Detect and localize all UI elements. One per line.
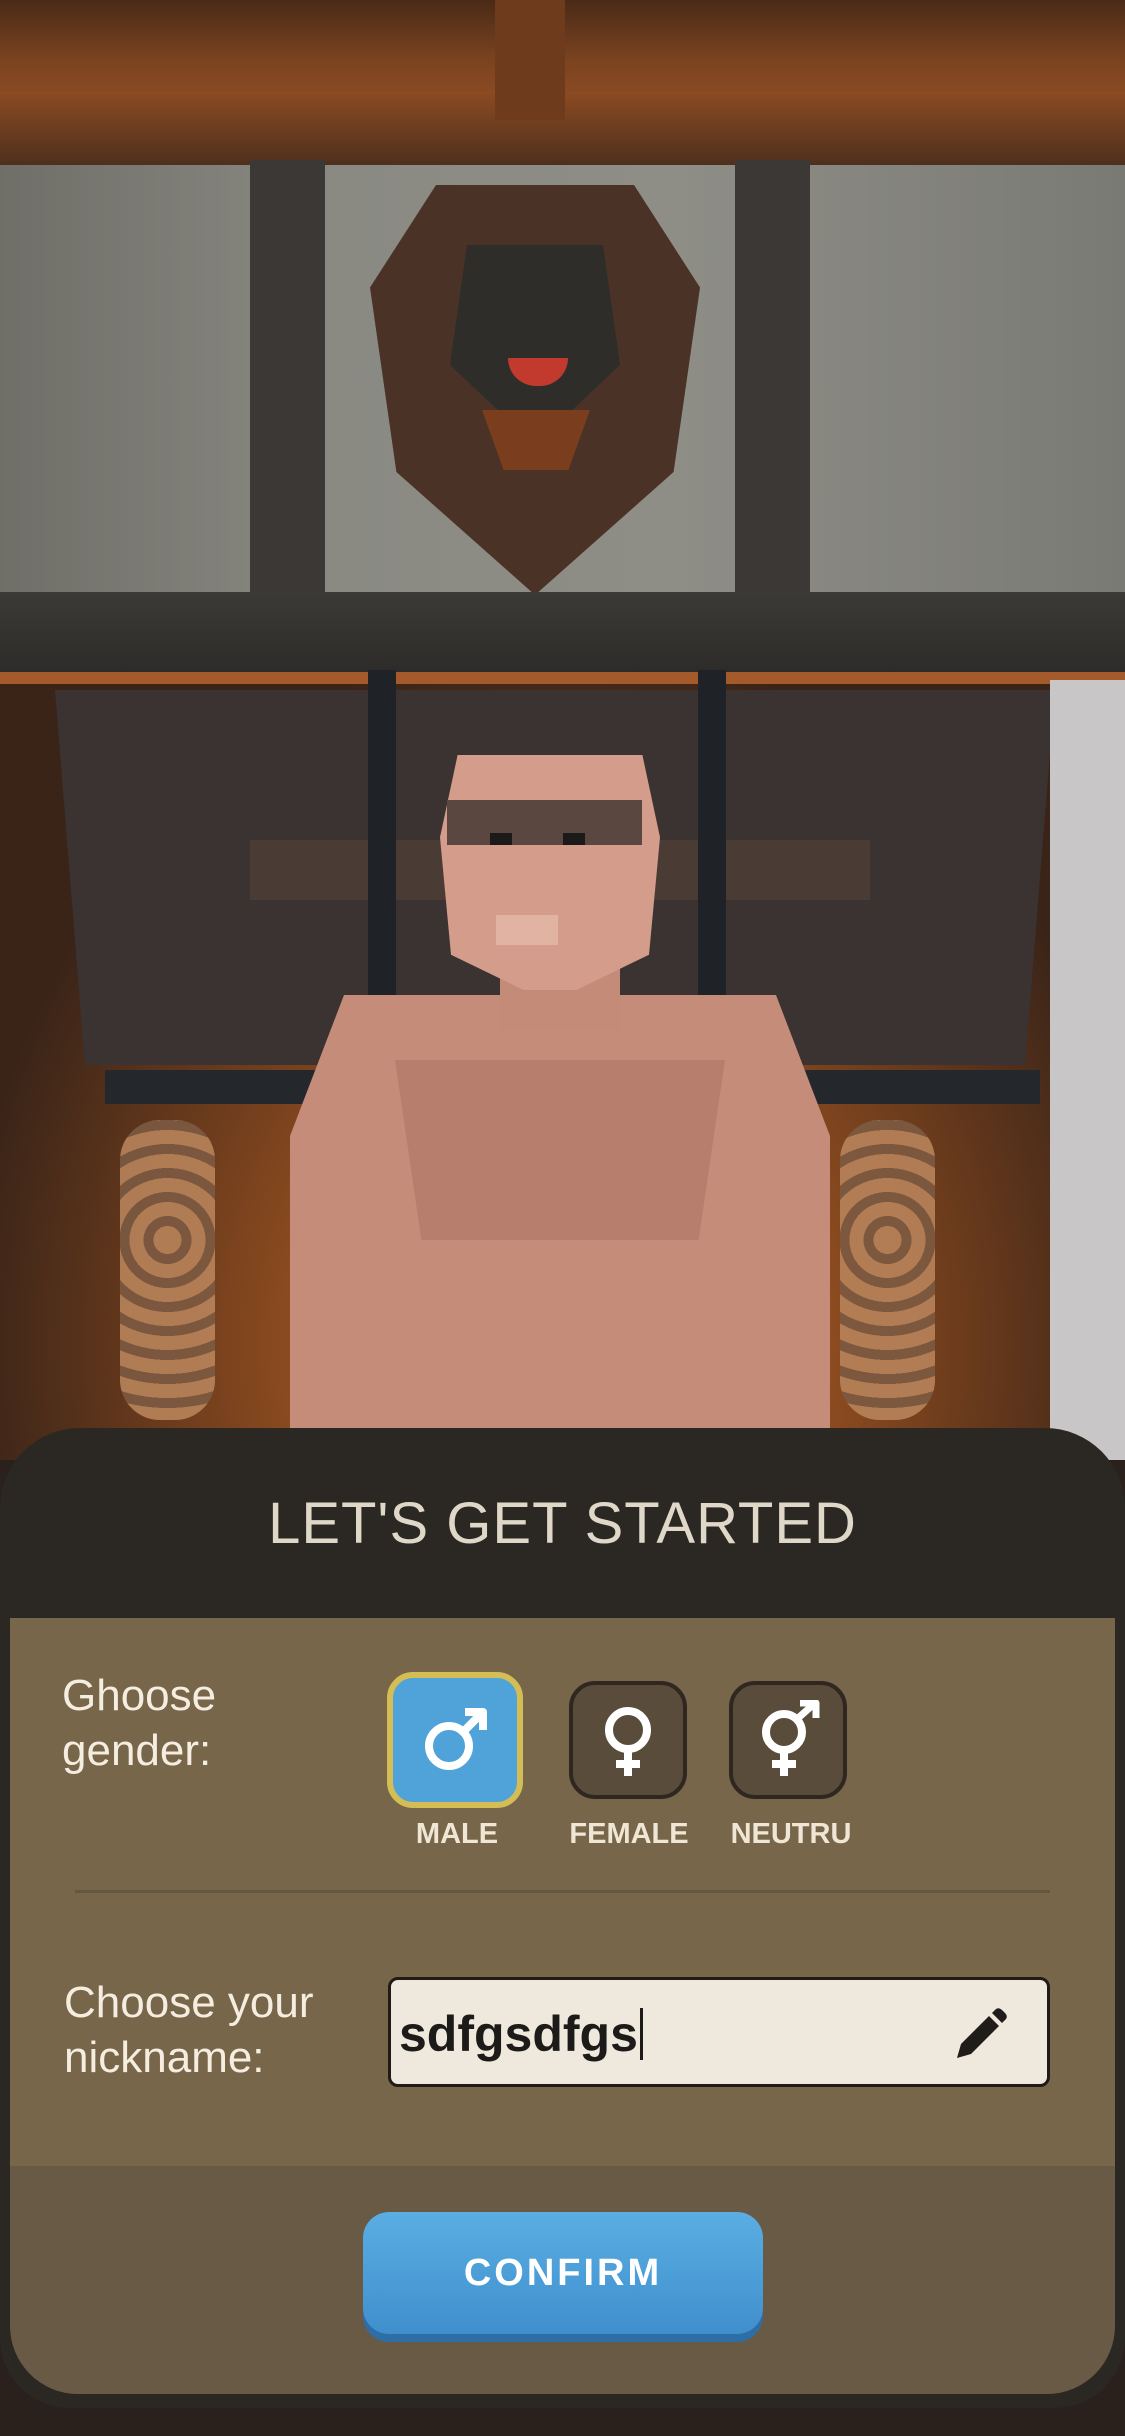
setup-panel: LET'S GET STARTED Ghoose gender: MALE FE… [0, 1428, 1125, 2436]
hanging-rod-right [698, 670, 726, 1010]
garlic-braid-left [120, 1120, 215, 1420]
game-scene [0, 0, 1125, 1460]
nickname-value: sdfgsdfgs [399, 2008, 643, 2060]
character-eye-right [563, 833, 585, 845]
character-hair [447, 800, 642, 845]
gender-male-label: MALE [415, 1818, 499, 1850]
gender-female-label: FEMALE [569, 1818, 689, 1850]
nickname-label: Choose your nickname: [64, 1978, 314, 2082]
pillar-left [250, 160, 325, 610]
nickname-input[interactable]: sdfgsdfgs [388, 1977, 1050, 2087]
panel-title: LET'S GET STARTED [268, 1490, 857, 1556]
roof-post [495, 0, 565, 120]
character-chest [395, 1060, 725, 1240]
pencil-icon[interactable] [949, 2006, 1009, 2066]
male-symbol-icon [425, 1708, 487, 1770]
section-divider [75, 1890, 1050, 1893]
gender-label: Ghoose gender: [62, 1671, 217, 1775]
wooden-beam [0, 592, 1125, 677]
gender-neutral-button[interactable] [729, 1681, 847, 1799]
confirm-button[interactable]: CONFIRM [363, 2212, 763, 2334]
beam-glow [0, 672, 1125, 684]
gender-neutral-label: NEUTRU [730, 1818, 852, 1850]
gender-female-button[interactable] [569, 1681, 687, 1799]
gender-male-button[interactable] [387, 1672, 523, 1808]
garlic-braid-right [840, 1120, 935, 1420]
neutral-symbol-icon [762, 1700, 820, 1776]
character-eye-left [490, 833, 512, 845]
pillar-right [735, 160, 810, 610]
female-symbol-icon [605, 1707, 651, 1776]
character-head [440, 755, 660, 990]
rack-right [780, 1070, 1040, 1104]
hanging-rod-left [368, 670, 396, 1010]
character-mouth [496, 915, 558, 945]
right-wall-strip [1050, 680, 1125, 1460]
